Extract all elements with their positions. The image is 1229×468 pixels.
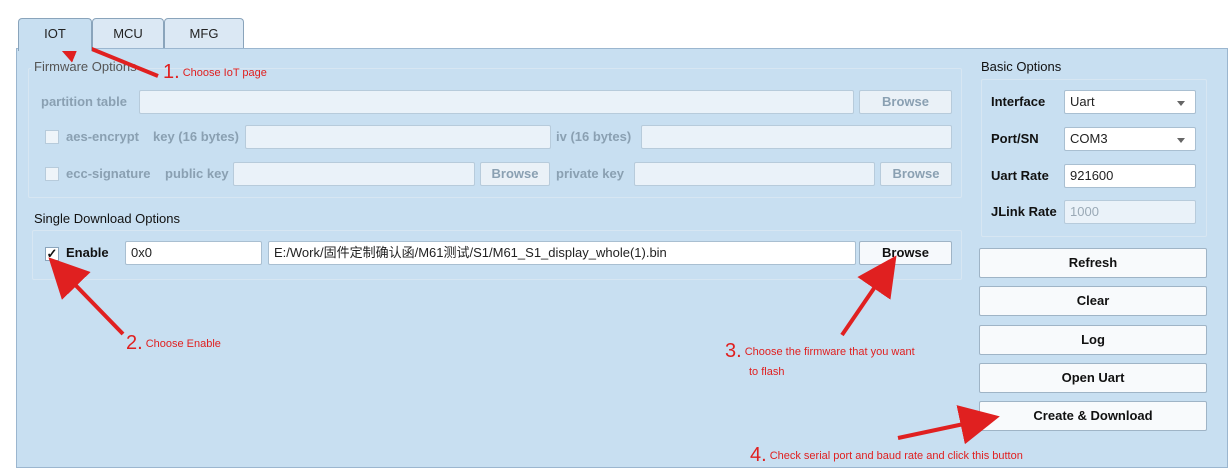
arrow-2 [48, 257, 125, 336]
arrow-4 [897, 405, 1000, 445]
annotation-arrows [42, 25, 1000, 445]
tab-iot[interactable]: IOT [18, 18, 92, 51]
arrow-3 [840, 255, 897, 337]
